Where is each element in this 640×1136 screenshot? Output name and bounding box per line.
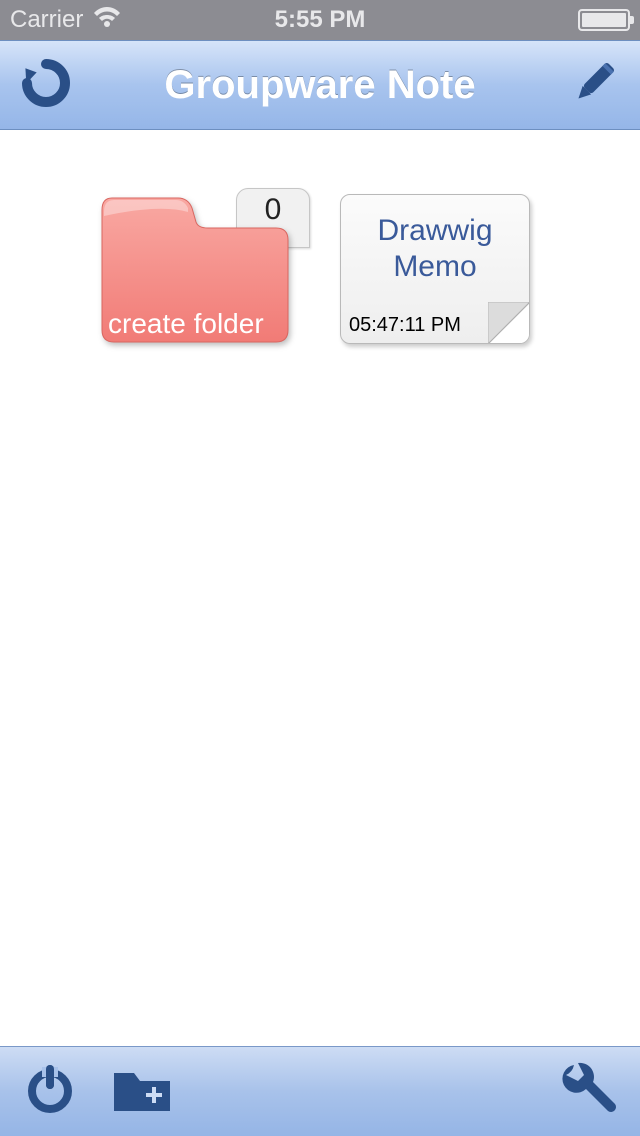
content-area: 0 create folder Drawwig Memo 05:47:11 PM [0,130,640,1046]
status-bar: Carrier 5:55 PM [0,0,640,40]
note-timestamp: 05:47:11 PM [349,314,461,337]
note-title: Drawwig Memo [341,195,529,285]
wrench-icon [562,1061,618,1122]
bottom-toolbar [0,1046,640,1136]
refresh-icon [19,56,73,115]
wifi-icon [93,6,121,35]
settings-button[interactable] [558,1060,622,1124]
create-folder-item[interactable]: 0 create folder [100,194,300,354]
status-time: 5:55 PM [275,6,366,34]
refresh-button[interactable] [16,55,76,115]
edit-button[interactable] [564,55,624,115]
power-icon [24,1063,76,1120]
new-folder-icon [112,1065,172,1118]
folder-label: create folder [108,308,264,340]
pencil-icon [566,55,622,116]
power-button[interactable] [18,1060,82,1124]
nav-bar: Groupware Note [0,40,640,130]
note-item[interactable]: Drawwig Memo 05:47:11 PM [340,194,530,344]
status-left: Carrier [10,6,121,35]
status-carrier: Carrier [10,6,83,34]
page-title: Groupware Note [164,63,475,108]
new-folder-button[interactable] [110,1060,174,1124]
page-fold-icon [488,302,530,344]
battery-icon [578,9,630,31]
